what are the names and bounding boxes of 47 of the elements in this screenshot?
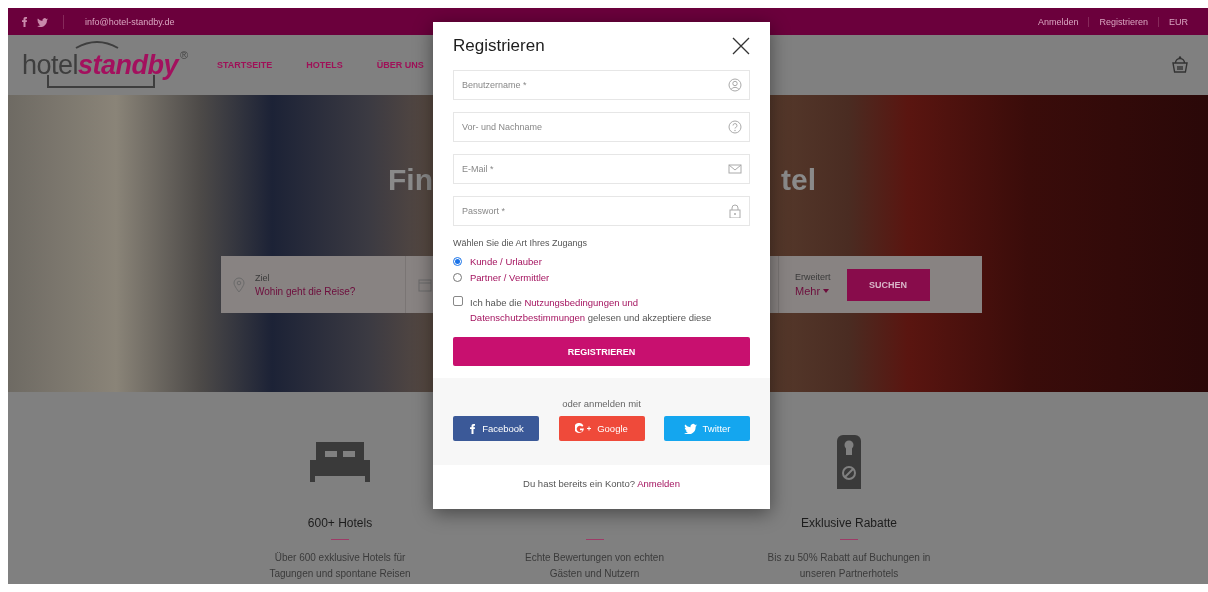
social-login-button[interactable]: Twitter [664, 416, 750, 441]
location-pin-icon [233, 276, 245, 293]
feature-description: Echte Bewertungen von echten Gästen und Nutzern [524, 551, 665, 581]
lock-icon [728, 204, 742, 218]
basket-icon[interactable] [1170, 55, 1190, 75]
twitter-icon [683, 423, 697, 434]
text-input-field[interactable]: Passwort * [453, 196, 750, 226]
login-prompt: Du hast bereits ein Konto? [523, 478, 636, 489]
feature-description: Über 600 exklusive Hotels für Tagungen und spontane Reisen [268, 551, 412, 581]
hero-title: tel [781, 163, 816, 197]
modal-title: Registrieren [453, 36, 545, 56]
register-button[interactable]: REGISTRIEREN [453, 337, 750, 366]
question-icon [728, 120, 742, 134]
facebook-icon [20, 15, 28, 28]
radio-label[interactable]: Partner / Vermittler [470, 272, 550, 283]
door-hanger-icon [837, 435, 861, 489]
caret-icon [823, 289, 830, 293]
topbar-link[interactable]: EUR [1158, 16, 1198, 27]
twitter-icon [37, 16, 48, 27]
login-link[interactable]: Anmelden [637, 478, 680, 489]
mail-icon [728, 162, 742, 176]
email-address: info@hotel-standby.de [85, 16, 175, 27]
topbar-link[interactable]: Registrieren [1088, 16, 1158, 27]
radio-label[interactable]: Kunde / Urlauber [470, 256, 542, 267]
social-login-label: oder anmelden mit [561, 398, 642, 409]
access-type-label: Wählen Sie die Art Ihres Zugangs [453, 238, 589, 248]
radio-button[interactable] [453, 257, 462, 266]
social-login-button[interactable]: Google [558, 416, 645, 441]
user-icon [728, 78, 742, 92]
close-icon[interactable] [732, 37, 750, 55]
text-input-field[interactable]: E-Mail * [453, 154, 750, 184]
terms-text: Ich habe die Nutzungsbedingungen und Datenschutzbestimmungen gelesen und akzeptiere diese [470, 296, 713, 325]
destination-field[interactable]: Ziel Wohin geht die Reise? [255, 272, 356, 297]
facebook-icon [468, 422, 477, 435]
google-plus-icon [575, 423, 592, 434]
terms-checkbox[interactable] [453, 296, 463, 306]
topbar-link[interactable]: Anmelden [1027, 16, 1089, 27]
text-input-field[interactable]: Benutzername * [453, 70, 750, 100]
text-input-field[interactable]: Vor- und Nachname [453, 112, 750, 142]
search-button[interactable]: SUCHEN [846, 268, 930, 301]
bed-icon [310, 442, 370, 482]
social-login-button[interactable]: Facebook [453, 416, 539, 441]
hero-title: Fin [388, 163, 433, 197]
calendar-icon [418, 277, 432, 292]
advanced-dropdown[interactable]: Erweitert Mehr [795, 272, 831, 297]
feature-title: Exklusive Rabatte [800, 516, 897, 530]
feature-title: 600+ Hotels [307, 516, 373, 530]
